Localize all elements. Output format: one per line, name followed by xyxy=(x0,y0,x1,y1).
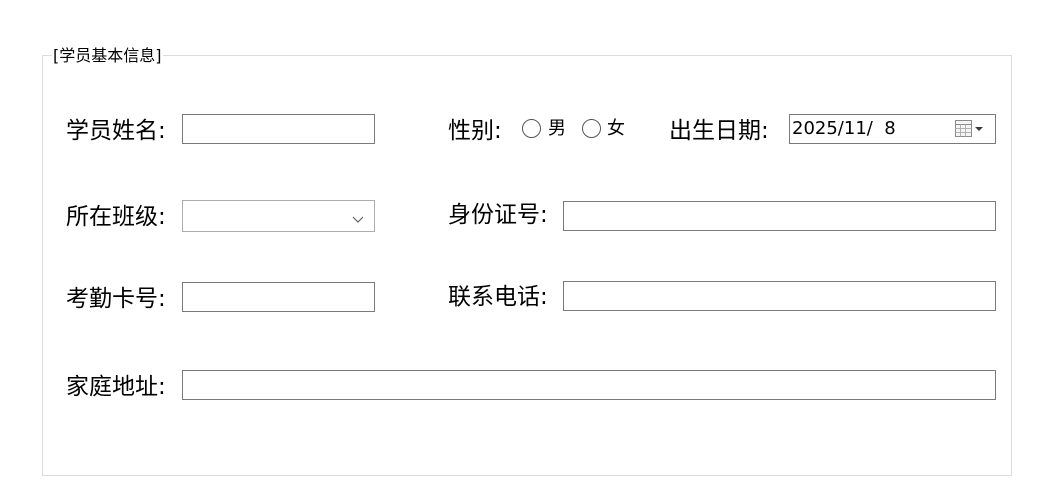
address-label: 家庭地址: xyxy=(66,374,166,400)
id-number-label: 身份证号: xyxy=(448,202,548,228)
class-label: 所在班级: xyxy=(66,204,166,230)
student-name-input[interactable] xyxy=(182,114,375,144)
birthdate-value[interactable]: 2025/11/ 8 xyxy=(792,117,896,141)
address-input[interactable] xyxy=(182,370,996,400)
gender-male-radio[interactable] xyxy=(522,119,541,138)
class-select[interactable] xyxy=(182,200,375,232)
calendar-icon[interactable] xyxy=(955,120,985,142)
group-title: [学员基本信息] xyxy=(52,45,163,67)
gender-female-label[interactable]: 女 xyxy=(607,117,625,141)
id-number-input[interactable] xyxy=(563,201,996,231)
phone-input[interactable] xyxy=(563,281,996,311)
gender-label: 性别: xyxy=(448,118,502,144)
attendance-card-label: 考勤卡号: xyxy=(66,286,166,312)
birthdate-picker[interactable]: 2025/11/ 8 xyxy=(789,114,996,144)
attendance-card-input[interactable] xyxy=(182,282,375,312)
gender-male-label[interactable]: 男 xyxy=(548,117,566,141)
student-name-label: 学员姓名: xyxy=(66,118,166,144)
chevron-down-icon[interactable] xyxy=(352,210,364,229)
gender-female-radio[interactable] xyxy=(582,119,601,138)
birthdate-label: 出生日期: xyxy=(669,118,769,144)
phone-label: 联系电话: xyxy=(448,284,548,310)
